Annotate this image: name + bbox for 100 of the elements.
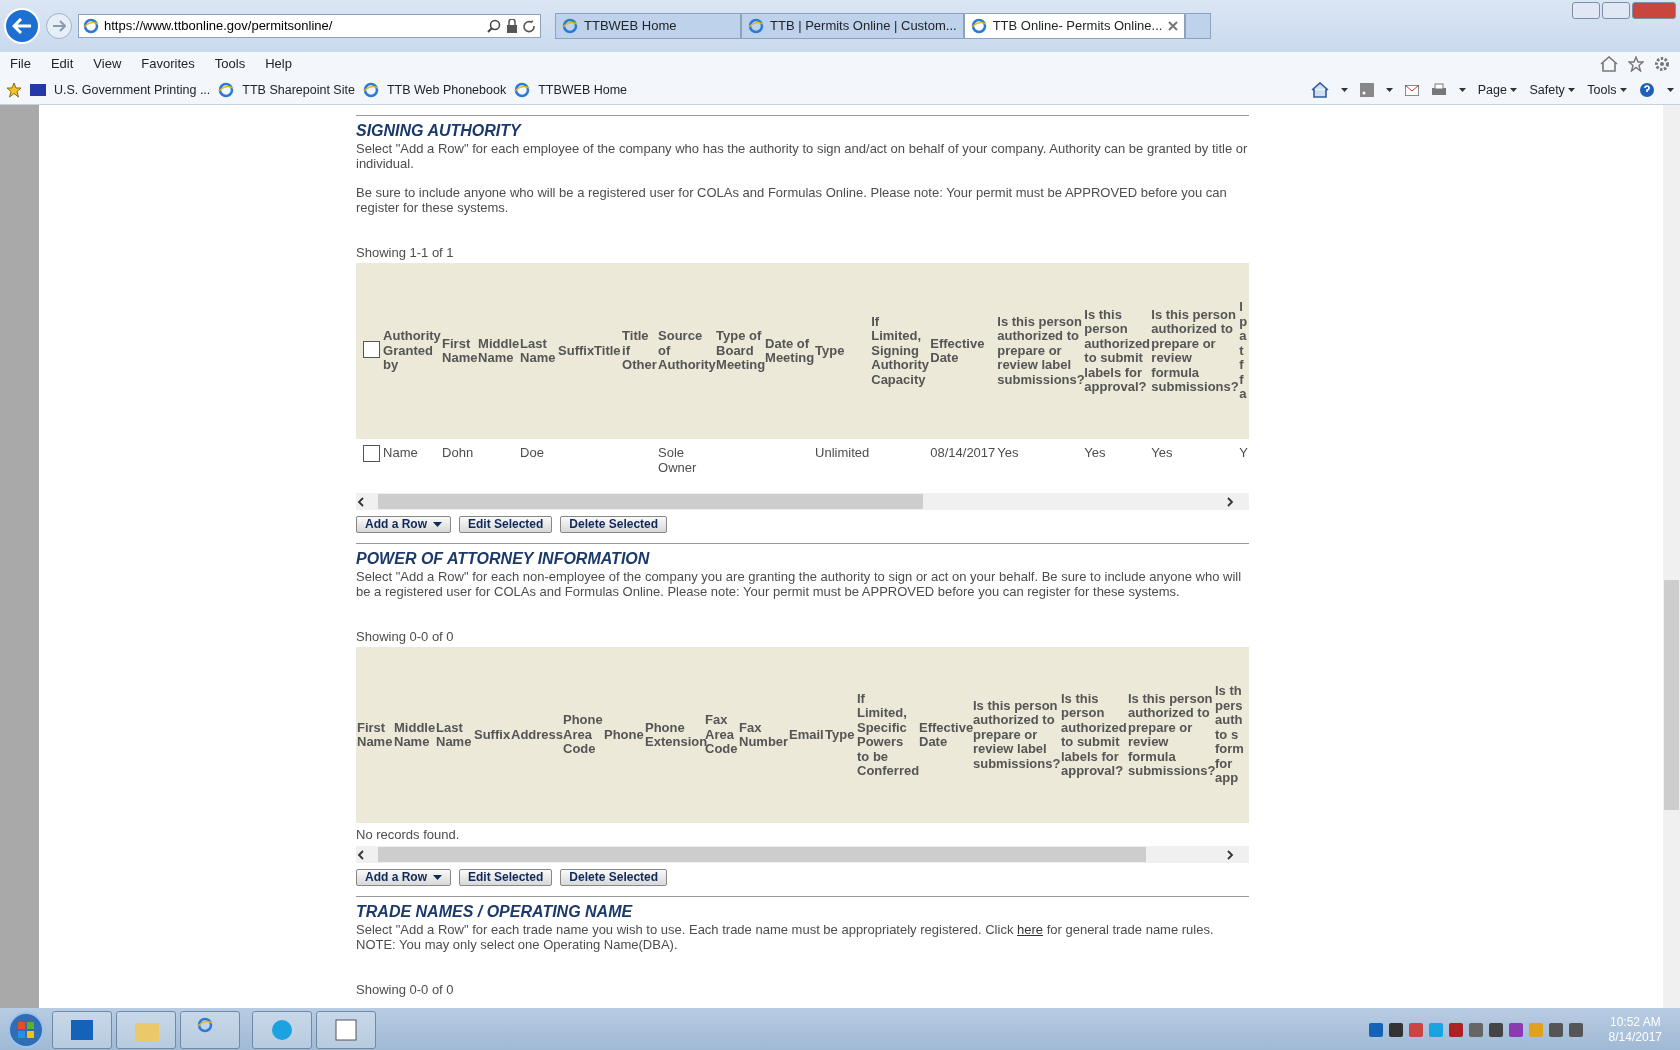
- column-header[interactable]: Last Name: [435, 647, 473, 823]
- column-header[interactable]: Address: [510, 647, 562, 823]
- table-cell: Y: [1239, 445, 1248, 460]
- close-icon[interactable]: [1168, 21, 1179, 31]
- browser-tab[interactable]: TTB | Permits Online | Custom...: [741, 13, 964, 39]
- column-header[interactable]: Is this person authorized to prepare or review formula submissions?: [1127, 647, 1214, 823]
- column-header[interactable]: First Name: [441, 263, 478, 439]
- menu-item[interactable]: Help: [265, 54, 292, 74]
- column-header[interactable]: Last Name: [519, 263, 558, 439]
- browser-page-icon: [970, 18, 987, 34]
- column-header[interactable]: Suffix: [473, 647, 510, 823]
- table-cell: Dohn: [442, 445, 474, 460]
- toolbar-button[interactable]: Edit Selected: [459, 869, 553, 886]
- toolbar-button[interactable]: Edit Selected: [459, 516, 553, 533]
- home-icon[interactable]: [1310, 82, 1329, 98]
- column-header[interactable]: Effective Date: [918, 647, 972, 823]
- forward-button[interactable]: [46, 13, 72, 39]
- minimize-button[interactable]: [1572, 2, 1600, 19]
- instruction-text: Select "Add a Row" for each trade name you wish to use. Each trade name must be appropriately registered. Click here for general trade name rules. NOTE: You may only select one Operating Name(DBA).: [356, 922, 1215, 952]
- caret-icon: [1510, 88, 1518, 93]
- column-header[interactable]: Source of Authority: [657, 263, 716, 439]
- help-link[interactable]: here: [1017, 922, 1044, 937]
- column-header[interactable]: Authority Granted by: [382, 263, 442, 439]
- menu-item[interactable]: Edit: [50, 54, 74, 74]
- scroll-right-icon[interactable]: [1225, 496, 1235, 507]
- feed-icon[interactable]: [1359, 83, 1374, 97]
- clock-date: 8/14/2017: [1608, 1029, 1662, 1045]
- scroll-right-icon[interactable]: [1225, 849, 1235, 860]
- menu-item[interactable]: Favorites: [141, 54, 195, 74]
- column-header[interactable]: If Limited, Specific Powers to be Conferred: [856, 647, 918, 823]
- column-header[interactable]: Type of Board Meeting: [715, 263, 765, 439]
- scroll-left-icon[interactable]: [356, 496, 366, 507]
- caret-icon: [1620, 88, 1627, 93]
- command-menu[interactable]: Safety: [1529, 80, 1576, 100]
- help-icon[interactable]: [1639, 82, 1655, 98]
- favorites-link[interactable]: U.S. Government Printing ...: [54, 80, 211, 100]
- command-menu[interactable]: Page: [1477, 80, 1518, 100]
- mail-icon[interactable]: [1404, 84, 1419, 96]
- scroll-left-icon[interactable]: [356, 849, 366, 860]
- empty-message: No records found.: [356, 827, 461, 842]
- clock-time: 10:52 AM: [1608, 1014, 1662, 1030]
- column-header[interactable]: Date of Meeting: [764, 263, 815, 439]
- column-header[interactable]: Is this person authorized to submit labels for approval?: [1060, 647, 1127, 823]
- star-icon[interactable]: [1628, 56, 1644, 72]
- column-header[interactable]: Is this person authorized to prepare or review label submissions?: [972, 647, 1060, 823]
- column-header[interactable]: Phone: [603, 647, 644, 823]
- menu-item[interactable]: File: [10, 54, 31, 74]
- column-header[interactable]: Type: [814, 263, 871, 439]
- column-header[interactable]: Middle Name: [477, 263, 520, 439]
- column-header[interactable]: First Name: [356, 647, 393, 823]
- table-cell: Yes: [997, 445, 1019, 460]
- browser-tab[interactable]: TTBWEB Home: [555, 13, 741, 39]
- menu-item[interactable]: Tools: [214, 54, 246, 74]
- browser-page-icon: [83, 18, 99, 34]
- back-button[interactable]: [4, 8, 40, 44]
- toolbar-button[interactable]: Delete Selected: [560, 516, 668, 533]
- settings-icon[interactable]: [1654, 56, 1670, 72]
- column-header[interactable]: Middle Name: [393, 647, 435, 823]
- horizontal-scrollbar[interactable]: [356, 846, 1249, 863]
- browser-tab[interactable]: TTB Online- Permits Online...: [963, 13, 1186, 39]
- column-header[interactable]: If Limited, Signing Authority Capacity: [870, 263, 930, 439]
- refresh-icon[interactable]: [523, 19, 536, 33]
- toolbar-button[interactable]: Delete Selected: [560, 869, 668, 886]
- column-header[interactable]: Email: [788, 647, 824, 823]
- favorites-star-icon[interactable]: [6, 82, 22, 98]
- column-header[interactable]: Effective Date: [929, 263, 997, 439]
- column-header[interactable]: I p a t f f a: [1238, 263, 1249, 439]
- column-header[interactable]: Type: [824, 647, 856, 823]
- favorites-link[interactable]: TTBWEB Home: [538, 80, 628, 100]
- address-bar[interactable]: https://www.ttbonline.gov/permitsonline/: [78, 14, 541, 38]
- command-menu[interactable]: Tools: [1587, 80, 1627, 100]
- horizontal-scrollbar[interactable]: [356, 493, 1249, 510]
- column-header[interactable]: Title: [593, 263, 622, 439]
- column-header[interactable]: Is this person authorized to prepare or review label submissions?: [996, 263, 1084, 439]
- column-header[interactable]: Is this person authorized to prepare or review formula submissions?: [1150, 263, 1239, 439]
- home-icon[interactable]: [1600, 56, 1618, 72]
- instruction-text: Select "Add a Row" for each employee of the company who has the authority to sign and/act on behalf of your company. Authority can be granted by title or individual.: [356, 141, 1249, 171]
- toolbar-button[interactable]: Add a Row: [356, 516, 451, 533]
- search-icon[interactable]: [487, 19, 501, 33]
- vertical-scrollbar[interactable]: [1663, 105, 1680, 1008]
- table-cell: Doe: [520, 445, 544, 460]
- toolbar-button[interactable]: Add a Row: [356, 869, 451, 886]
- select-all-checkbox[interactable]: [363, 340, 380, 358]
- caret-icon: [1385, 88, 1393, 92]
- section-heading: TRADE NAMES / OPERATING NAME: [356, 904, 634, 919]
- caret-icon: [1340, 88, 1348, 92]
- restore-button[interactable]: [1602, 2, 1630, 19]
- row-checkbox[interactable]: [363, 445, 380, 462]
- favorites-link[interactable]: TTB Web Phonebook: [386, 80, 507, 100]
- column-header[interactable]: Is th pers auth to s form for app: [1214, 647, 1249, 823]
- favorites-link[interactable]: TTB Sharepoint Site: [242, 80, 355, 100]
- forward-arrow-icon: [52, 20, 66, 32]
- caret-icon: [433, 522, 442, 527]
- column-header[interactable]: Phone Area Code: [562, 647, 603, 823]
- window-icon[interactable]: [333, 1016, 359, 1043]
- menu-item[interactable]: View: [93, 54, 122, 74]
- column-header[interactable]: Suffix: [557, 263, 594, 439]
- column-header[interactable]: Title if Other: [621, 263, 658, 439]
- column-header[interactable]: Fax Number: [738, 647, 788, 823]
- printer-icon[interactable]: [1430, 83, 1447, 97]
